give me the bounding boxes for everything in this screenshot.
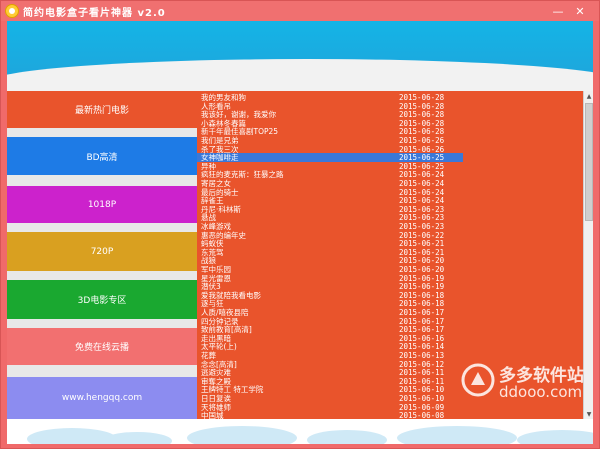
category-item[interactable]: 免费在线云播 (7, 328, 197, 365)
app-window: 简约电影盒子看片神器 v2.0 — ✕ 最新热门电影 BD高清 1018P 720P 3… (0, 0, 600, 449)
header-banner (7, 21, 593, 79)
movie-title: 中国城 (201, 411, 224, 419)
footer-clouds (7, 419, 593, 444)
cloud-shape (517, 430, 593, 444)
category-item[interactable]: BD高清 (7, 137, 197, 175)
cloud-shape (397, 426, 517, 444)
close-button[interactable]: ✕ (569, 2, 591, 20)
category-item[interactable]: 720P (7, 232, 197, 271)
header-curve (7, 59, 593, 79)
watermark: 多多软件站 ddooo.com (461, 359, 600, 409)
cloud-shape (102, 432, 172, 444)
category-sidebar: 最新热门电影 BD高清 1018P 720P 3D电影专区 免费在线云播 www.hengq… (7, 91, 197, 419)
category-item[interactable]: 3D电影专区 (7, 280, 197, 319)
category-item[interactable]: 1018P (7, 186, 197, 223)
scroll-thumb[interactable] (585, 103, 593, 221)
app-logo-icon (5, 4, 19, 18)
window-title: 简约电影盒子看片神器 v2.0 (23, 7, 166, 19)
list-item[interactable]: 中国城 2015-06-08 (197, 411, 583, 419)
watermark-logo-icon (461, 363, 495, 397)
movie-date: 2015-06-08 (399, 411, 445, 419)
cloud-shape (187, 426, 297, 444)
category-item[interactable]: www.hengqq.com (7, 377, 197, 419)
header-divider (7, 79, 593, 91)
minimize-button[interactable]: — (547, 2, 569, 20)
scroll-up-icon[interactable]: ▲ (584, 91, 594, 101)
scroll-down-icon[interactable]: ▼ (584, 409, 594, 419)
category-item[interactable]: 最新热门电影 (7, 91, 197, 128)
watermark-url: ddooo.com (499, 383, 583, 401)
window-controls: — ✕ (547, 1, 591, 21)
title-bar[interactable]: 简约电影盒子看片神器 v2.0 — ✕ (1, 1, 599, 21)
cloud-shape (307, 430, 387, 444)
